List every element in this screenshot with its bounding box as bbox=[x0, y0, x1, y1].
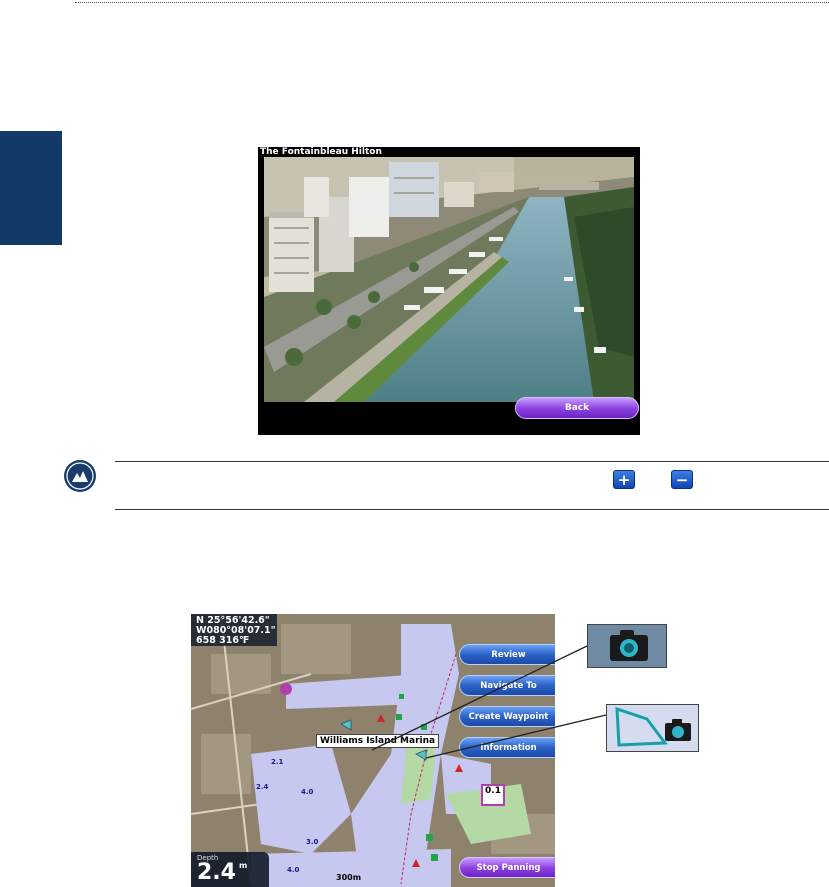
leader-lines bbox=[371, 645, 607, 759]
camera-icon bbox=[587, 624, 667, 668]
photo-area-camera-icon bbox=[606, 704, 699, 752]
